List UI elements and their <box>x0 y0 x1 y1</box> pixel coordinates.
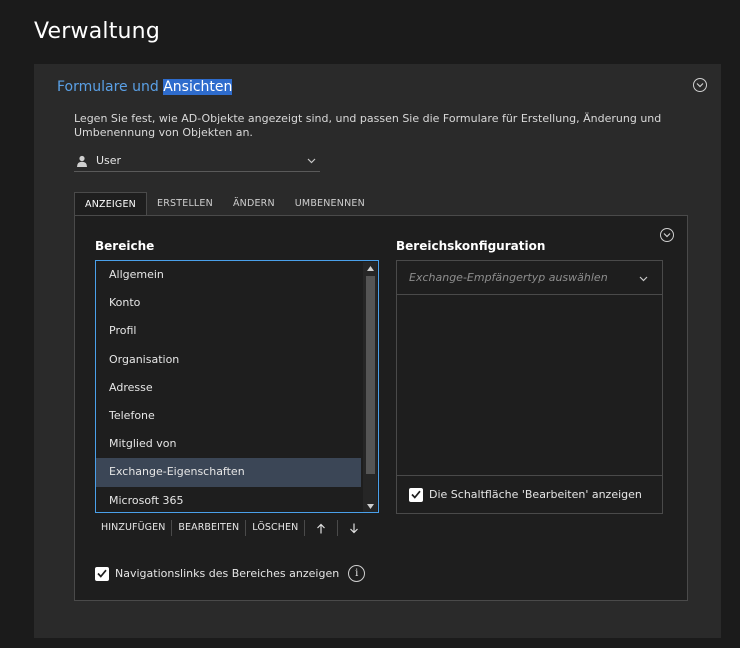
caret-up-icon <box>366 265 374 271</box>
page-title: Verwaltung <box>34 19 160 44</box>
list-item[interactable]: Adresse <box>96 374 361 402</box>
list-item[interactable]: Allgemein <box>96 261 361 289</box>
object-type-select[interactable]: User <box>74 150 320 172</box>
info-icon[interactable]: i <box>348 565 366 582</box>
list-item[interactable]: Mitglied von <box>96 430 361 458</box>
form-tabs: ANZEIGEN ERSTELLEN ÄNDERN UMBENENNEN <box>74 192 375 216</box>
scroll-up-button[interactable] <box>363 262 377 274</box>
tab-erstellen[interactable]: ERSTELLEN <box>147 192 223 216</box>
list-item[interactable]: Profil <box>96 317 361 345</box>
listbox-scrollbar[interactable] <box>363 262 377 512</box>
list-item[interactable]: Microsoft 365 <box>96 487 361 513</box>
object-type-value: User <box>96 154 122 167</box>
delete-section-button[interactable]: LÖSCHEN <box>246 517 304 539</box>
add-section-button[interactable]: HINZUFÜGEN <box>95 517 171 539</box>
scroll-down-button[interactable] <box>363 500 377 512</box>
checkmark-icon <box>411 490 421 499</box>
panel-collapse-button[interactable] <box>660 228 674 242</box>
sections-listbox[interactable]: Allgemein Konto Profil Organisation Adre… <box>95 260 379 513</box>
arrow-down-icon <box>350 523 359 533</box>
anzeigen-tab-panel: Bereiche Allgemein Konto Profil Organisa… <box>74 215 688 601</box>
scroll-thumb[interactable] <box>366 276 375 474</box>
checkmark-icon <box>97 569 107 578</box>
show-edit-button-label: Die Schaltfläche 'Bearbeiten' anzeigen <box>429 488 642 501</box>
card-title-highlight: Ansichten <box>163 79 233 95</box>
edit-section-button[interactable]: BEARBEITEN <box>172 517 245 539</box>
nav-links-row: Navigationslinks des Bereiches anzeigen … <box>95 565 366 582</box>
card-title: Formulare und Ansichten <box>57 79 233 95</box>
show-edit-button-row: Die Schaltfläche 'Bearbeiten' anzeigen <box>409 487 642 502</box>
show-edit-button-checkbox[interactable] <box>409 487 423 502</box>
card-collapse-button[interactable] <box>693 78 707 92</box>
move-down-button[interactable] <box>338 517 370 539</box>
chevron-down-icon <box>639 276 648 282</box>
tab-anzeigen[interactable]: ANZEIGEN <box>74 192 147 216</box>
config-footer: Die Schaltfläche 'Bearbeiten' anzeigen <box>397 475 662 513</box>
list-item[interactable]: Organisation <box>96 346 361 374</box>
tab-aendern[interactable]: ÄNDERN <box>223 192 285 216</box>
nav-links-label: Navigationslinks des Bereiches anzeigen <box>115 567 340 580</box>
section-actions-toolbar: HINZUFÜGEN BEARBEITEN LÖSCHEN <box>95 517 370 539</box>
chevron-down-icon <box>663 233 671 238</box>
list-item[interactable]: Konto <box>96 289 361 317</box>
caret-down-icon <box>366 503 374 509</box>
arrow-up-icon <box>317 523 326 533</box>
sections-label: Bereiche <box>95 239 155 253</box>
move-up-button[interactable] <box>305 517 337 539</box>
section-config-box: Exchange-Empfängertyp auswählen Die Scha… <box>396 260 663 514</box>
chevron-down-icon <box>307 158 316 164</box>
list-item[interactable]: Telefone <box>96 402 361 430</box>
nav-links-checkbox[interactable] <box>95 566 109 581</box>
tab-umbenennen[interactable]: UMBENENNEN <box>285 192 375 216</box>
section-config-label: Bereichskonfiguration <box>396 239 546 253</box>
forms-and-views-card: Formulare und Ansichten Legen Sie fest, … <box>34 64 721 638</box>
chevron-down-icon <box>696 83 704 88</box>
user-icon <box>77 155 87 167</box>
exchange-recipient-type-dropdown[interactable]: Exchange-Empfängertyp auswählen <box>397 261 662 295</box>
card-description: Legen Sie fest, wie AD-Objekte angezeigt… <box>74 112 662 139</box>
dropdown-placeholder: Exchange-Empfängertyp auswählen <box>409 271 608 284</box>
card-title-prefix: Formulare und <box>57 79 164 95</box>
list-item-selected[interactable]: Exchange-Eigenschaften <box>96 458 361 487</box>
